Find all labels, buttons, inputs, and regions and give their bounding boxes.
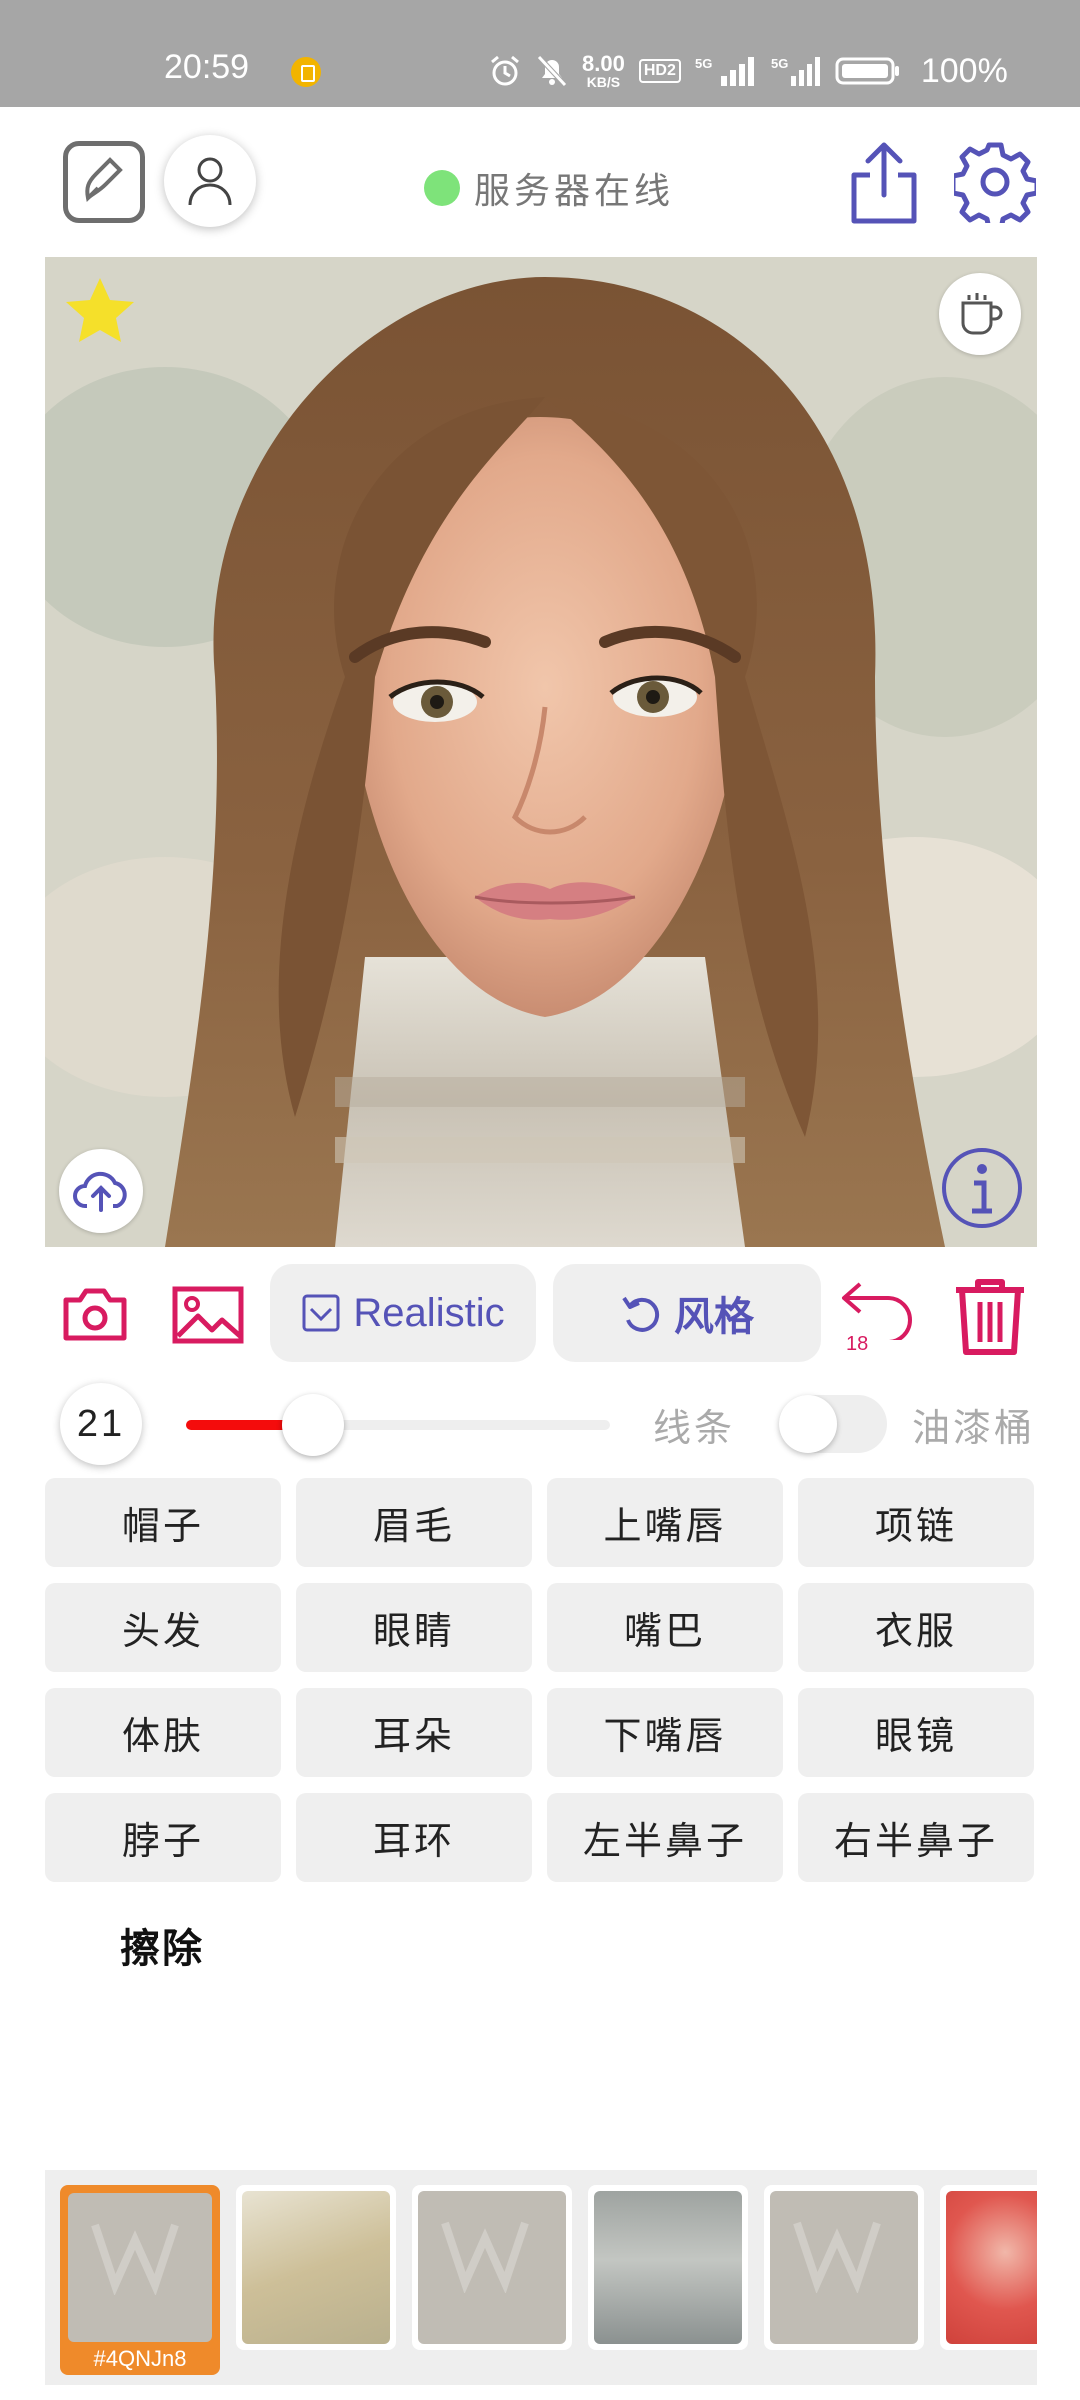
battery-level: 100% <box>920 51 1008 90</box>
line-mode-label[interactable]: 线条 <box>653 1397 735 1452</box>
part-button-left-nose[interactable]: 左半鼻子 <box>547 1793 783 1882</box>
part-button-skin[interactable]: 体肤 <box>45 1688 281 1777</box>
thumbnail-placeholder <box>418 2191 566 2344</box>
share-icon <box>851 142 917 224</box>
part-button-neck[interactable]: 脖子 <box>45 1793 281 1882</box>
thumbnail-image <box>946 2191 1037 2344</box>
info-icon <box>942 1148 1022 1228</box>
top-toolbar: 服务器在线 <box>0 107 1080 257</box>
camera-icon <box>63 1288 127 1341</box>
server-status-text: 服务器在线 <box>474 171 675 212</box>
part-button-mouth[interactable]: 嘴巴 <box>547 1583 783 1672</box>
share-button[interactable] <box>846 141 922 229</box>
coffee-cup-icon <box>961 293 1003 335</box>
delete-button[interactable] <box>950 1276 1030 1360</box>
drawing-canvas[interactable] <box>45 257 1037 1247</box>
thumbnail-item[interactable] <box>412 2185 572 2350</box>
part-button-earrings[interactable]: 耳环 <box>296 1793 532 1882</box>
portrait-image <box>45 257 1037 1247</box>
watermark-icon <box>91 2223 179 2295</box>
model-select-button[interactable]: Realistic <box>270 1264 536 1362</box>
part-button-clothes[interactable]: 衣服 <box>798 1583 1034 1672</box>
signal-icon-2: 5G <box>771 54 821 88</box>
style-button[interactable]: 风格 <box>553 1264 821 1362</box>
favorite-star-icon[interactable] <box>63 275 137 351</box>
camera-button[interactable] <box>62 1286 128 1346</box>
server-status: 服务器在线 <box>424 162 674 214</box>
status-dot <box>424 170 460 206</box>
image-icon <box>172 1286 244 1344</box>
alarm-icon <box>488 54 522 88</box>
part-button-lower-lip[interactable]: 下嘴唇 <box>547 1688 783 1777</box>
part-button-glasses[interactable]: 眼镜 <box>798 1688 1034 1777</box>
battery-icon <box>835 54 901 88</box>
thumbnail-image <box>594 2191 742 2344</box>
upload-cloud-button[interactable] <box>59 1149 143 1233</box>
gallery-button[interactable] <box>172 1286 244 1348</box>
watermark-icon <box>793 2221 881 2293</box>
mode-toggle[interactable] <box>779 1395 887 1453</box>
coffee-button[interactable] <box>939 273 1021 355</box>
hd-voice-badge: HD2 <box>638 59 681 83</box>
thumbnail-item[interactable]: #4QNJn8 <box>60 2185 220 2375</box>
notification-icon <box>291 57 321 87</box>
erase-button[interactable]: 擦除 <box>120 1916 204 1974</box>
status-time: 20:59 <box>164 48 250 86</box>
style-label: 风格 <box>674 1293 754 1340</box>
pencil-icon <box>85 157 123 203</box>
thumbnail-strip[interactable]: #4QNJn8 <box>45 2170 1037 2385</box>
signal-icon: 5G <box>695 54 757 88</box>
thumbnail-item[interactable] <box>764 2185 924 2350</box>
checkbox-icon <box>302 1294 340 1332</box>
network-speed: 8.00 KB/S <box>582 51 625 90</box>
thumbnail-placeholder <box>770 2191 918 2344</box>
undo-icon <box>842 1282 912 1344</box>
brush-controls: 21 线条 油漆桶 <box>0 1375 1080 1471</box>
watermark-icon <box>441 2221 529 2293</box>
gear-icon <box>950 142 1040 232</box>
part-button-right-nose[interactable]: 右半鼻子 <box>798 1793 1034 1882</box>
toggle-knob <box>779 1395 837 1453</box>
thumbnail-item[interactable] <box>940 2185 1037 2350</box>
bucket-mode-label[interactable]: 油漆桶 <box>912 1397 1035 1452</box>
part-button-upper-lip[interactable]: 上嘴唇 <box>547 1478 783 1567</box>
status-icons: 8.00 KB/S HD2 5G 5G 100% <box>488 46 1008 96</box>
part-button-eyes[interactable]: 眼睛 <box>296 1583 532 1672</box>
cloud-upload-icon <box>73 1171 127 1212</box>
model-label: Realistic <box>353 1290 505 1335</box>
mute-icon <box>536 54 568 88</box>
part-button-necklace[interactable]: 项链 <box>798 1478 1034 1567</box>
profile-button[interactable] <box>164 135 256 227</box>
part-button-ears[interactable]: 耳朵 <box>296 1688 532 1777</box>
edit-button[interactable] <box>63 141 145 223</box>
undo-count: 18 <box>846 1333 869 1355</box>
part-button-eyebrows[interactable]: 眉毛 <box>296 1478 532 1567</box>
status-bar: 20:59 8.00 KB/S HD2 5G 5G 100% <box>0 0 1080 107</box>
part-button-hat[interactable]: 帽子 <box>45 1478 281 1567</box>
svg-text:5G: 5G <box>771 56 788 71</box>
thumbnail-image <box>242 2191 390 2344</box>
thumbnail-label: #4QNJn8 <box>93 2346 187 2371</box>
thumbnail-placeholder <box>68 2193 212 2342</box>
svg-text:5G: 5G <box>695 56 712 71</box>
brush-size-slider[interactable] <box>186 1394 610 1456</box>
rotate-icon <box>622 1296 660 1332</box>
user-icon <box>188 157 232 206</box>
part-grid: 帽子 眉毛 上嘴唇 项链 头发 眼睛 嘴巴 衣服 体肤 耳朵 下嘴唇 眼镜 脖子… <box>45 1478 1037 1882</box>
part-button-hair[interactable]: 头发 <box>45 1583 281 1672</box>
settings-button[interactable] <box>950 141 1040 232</box>
undo-button[interactable]: 18 <box>838 1276 920 1356</box>
slider-thumb[interactable] <box>282 1394 345 1456</box>
info-button[interactable] <box>939 1145 1025 1235</box>
thumbnail-item[interactable] <box>236 2185 396 2350</box>
trash-icon <box>956 1279 1024 1355</box>
thumbnail-item[interactable] <box>588 2185 748 2350</box>
brush-size-indicator[interactable]: 21 <box>60 1383 142 1465</box>
action-bar: Realistic 风格 18 <box>0 1262 1080 1362</box>
